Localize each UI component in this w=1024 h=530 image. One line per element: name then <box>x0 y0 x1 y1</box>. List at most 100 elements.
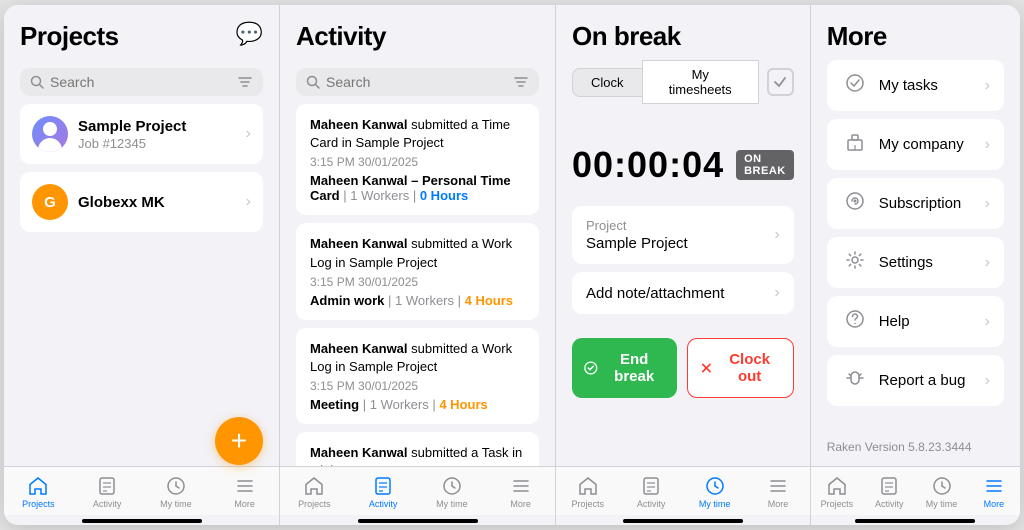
activity-filter-icon[interactable] <box>513 75 529 89</box>
nav-activity-label: Activity <box>93 499 122 509</box>
settings-chevron-icon: › <box>985 254 990 272</box>
more-item-help[interactable]: Help › <box>827 296 1004 347</box>
activity-nav-mytime[interactable]: My time <box>418 473 487 511</box>
add-project-fab[interactable]: + <box>215 417 263 465</box>
home-icon-4 <box>826 475 848 497</box>
activity-tag-1: Maheen Kanwal – Personal Time Card | 1 W… <box>310 173 525 203</box>
chevron-right-icon: › <box>246 125 251 143</box>
more-icon-3 <box>767 475 789 497</box>
home-indicator-2 <box>358 519 478 523</box>
note-row[interactable]: Add note/attachment › <box>572 272 794 314</box>
nav-more[interactable]: More <box>210 473 279 511</box>
activity-tag-2: Admin work | 1 Workers | 4 Hours <box>310 293 525 308</box>
project-avatar-sample <box>32 116 68 152</box>
project-item-text: Sample Project Job #12345 <box>78 118 236 151</box>
project-item-globexx[interactable]: G Globexx MK › <box>20 172 263 232</box>
more-icon-4 <box>983 475 1005 497</box>
activity-title: Activity <box>296 21 386 51</box>
nav-more-label: More <box>234 499 255 509</box>
help-chevron-icon: › <box>985 313 990 331</box>
more-nav-projects[interactable]: Projects <box>811 473 863 511</box>
chat-bubble-icon[interactable]: 💬 <box>236 21 263 47</box>
more-header: More <box>811 5 1020 60</box>
home-indicator-3 <box>623 519 743 523</box>
activity-hours-3: 4 Hours <box>439 397 487 412</box>
mytime-tab-row: Clock My timesheets <box>572 60 794 104</box>
more-nav-activity[interactable]: Activity <box>863 473 915 511</box>
project-row-text: Project Sample Project <box>586 218 688 252</box>
more-nav-more[interactable]: More <box>968 473 1020 511</box>
activity-icon <box>96 475 118 497</box>
more-title: More <box>827 21 887 51</box>
projects-search-input[interactable] <box>50 74 231 90</box>
activity-nav-mytime-label: My time <box>436 499 468 509</box>
nav-activity[interactable]: Activity <box>73 473 142 511</box>
version-text: Raken Version 5.8.23.3444 <box>811 432 1020 466</box>
more-item-tasks[interactable]: My tasks › <box>827 60 1004 111</box>
mytime-nav-projects[interactable]: Projects <box>556 473 619 511</box>
clock-icon-3 <box>704 475 726 497</box>
home-icon-3 <box>577 475 599 497</box>
activity-actor-2: Maheen Kanwal <box>310 236 408 251</box>
more-item-company[interactable]: My company › <box>827 119 1004 170</box>
activity-nav-activity[interactable]: Activity <box>349 473 418 511</box>
clock-out-button[interactable]: Clock out <box>687 338 794 398</box>
project-item-sample[interactable]: Sample Project Job #12345 › <box>20 104 263 164</box>
project-row[interactable]: Project Sample Project › <box>572 206 794 264</box>
tab-clock[interactable]: Clock <box>572 68 642 97</box>
activity-nav-projects[interactable]: Projects <box>280 473 349 511</box>
mytime-nav-more[interactable]: More <box>746 473 809 511</box>
home-indicator <box>82 519 202 523</box>
more-item-bug[interactable]: Report a bug › <box>827 355 1004 406</box>
activity-main-4: Maheen Kanwal submitted a Task in Globex… <box>310 444 525 466</box>
activity-panel: Activity Maheen Kanwal submitted a Time … <box>280 5 556 525</box>
more-item-subscription[interactable]: Subscription › <box>827 178 1004 229</box>
activity-nav-more[interactable]: More <box>486 473 555 511</box>
nav-projects[interactable]: Projects <box>4 473 73 511</box>
mytime-nav-activity[interactable]: Activity <box>619 473 682 511</box>
more-bottom-nav: Projects Activity My time <box>811 466 1020 515</box>
nav-mytime[interactable]: My time <box>142 473 211 511</box>
timer-value: 00:00:04 <box>572 144 724 186</box>
project-item-title: Sample Project <box>78 118 236 135</box>
activity-item-3: Maheen Kanwal submitted a Work Log in Sa… <box>296 328 539 424</box>
more-nav-more-label: More <box>984 499 1005 509</box>
more-nav-activity-label: Activity <box>875 499 904 509</box>
activity-search-input[interactable] <box>326 74 507 90</box>
project-item-title-globexx: Globexx MK <box>78 194 236 211</box>
mytime-bottom-nav: Projects Activity My time <box>556 466 810 515</box>
more-nav-projects-label: Projects <box>821 499 854 509</box>
more-item-company-label: My company <box>879 136 975 153</box>
more-nav-mytime[interactable]: My time <box>915 473 967 511</box>
more-item-settings-label: Settings <box>879 254 975 271</box>
chevron-right-icon-globexx: › <box>246 193 251 211</box>
nav-mytime-label: My time <box>160 499 192 509</box>
mytime-content: 00:00:04 ON BREAK Project Sample Project… <box>556 128 810 466</box>
home-indicator-4 <box>855 519 975 523</box>
activity-ts-2: 3:15 PM 30/01/2025 <box>310 275 525 289</box>
tasks-chevron-icon: › <box>985 77 990 95</box>
filter-icon[interactable] <box>237 75 253 89</box>
activity-tag-label-2: Admin work <box>310 293 384 308</box>
checkmark-button[interactable] <box>767 68 794 96</box>
mytime-header: On break <box>556 5 810 60</box>
more-item-bug-label: Report a bug <box>879 372 975 389</box>
more-item-settings[interactable]: Settings › <box>827 237 1004 288</box>
mytime-nav-mytime[interactable]: My time <box>683 473 746 511</box>
activity-item-4: Maheen Kanwal submitted a Task in Globex… <box>296 432 539 466</box>
projects-search-bar[interactable] <box>20 68 263 96</box>
project-avatar-globexx: G <box>32 184 68 220</box>
home-icon-2 <box>303 475 325 497</box>
end-break-button[interactable]: End break <box>572 338 677 398</box>
help-icon <box>841 309 869 334</box>
activity-nav-projects-label: Projects <box>298 499 331 509</box>
activity-search-bar[interactable] <box>296 68 539 96</box>
activity-nav-more-label: More <box>510 499 531 509</box>
break-actions: End break Clock out <box>572 338 794 398</box>
activity-workers-2: | 1 Workers | <box>388 293 465 308</box>
note-chevron-icon: › <box>774 284 779 302</box>
mytime-nav-more-label: More <box>768 499 789 509</box>
tab-my-timesheets[interactable]: My timesheets <box>642 60 759 104</box>
project-label: Project <box>586 218 688 233</box>
more-item-subscription-label: Subscription <box>879 195 975 212</box>
